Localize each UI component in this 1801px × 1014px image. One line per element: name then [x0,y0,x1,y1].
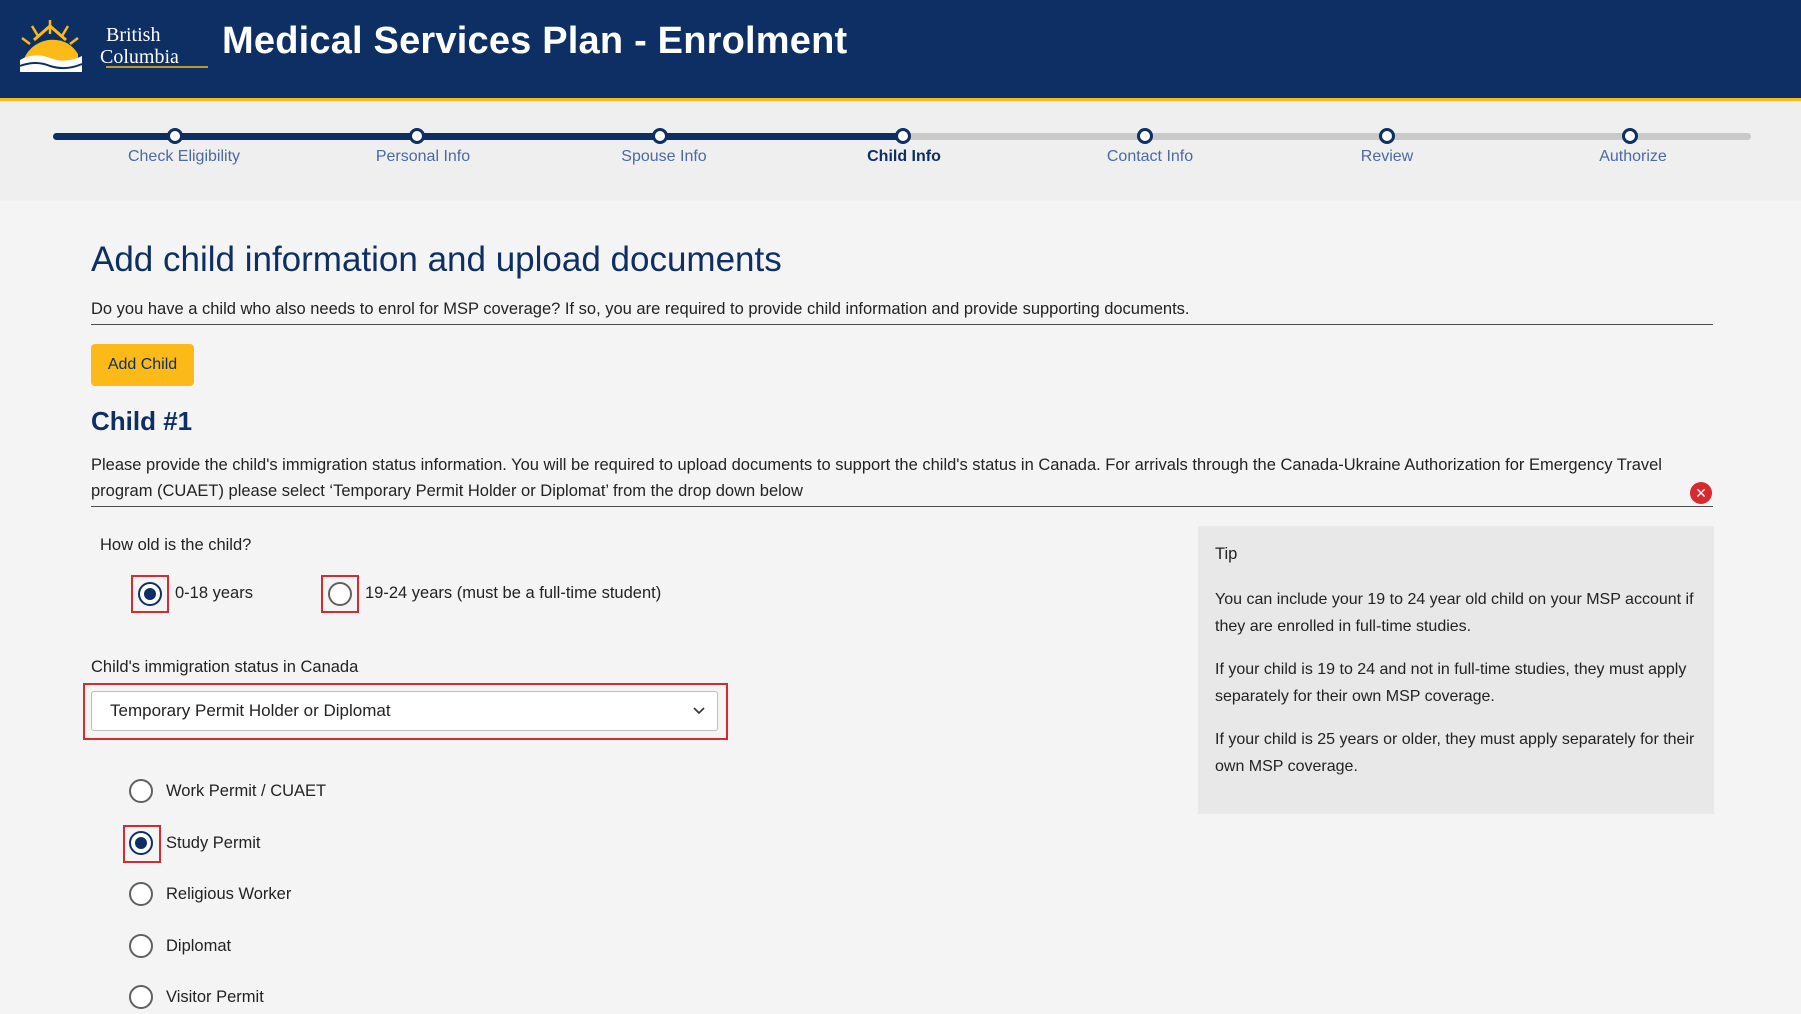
step-dot-child-info[interactable] [895,128,911,144]
age-radio-19-24[interactable] [328,582,352,606]
step-dot-contact-info [1137,128,1153,144]
permit-option-label-diplomat: Diplomat [166,937,232,955]
immigration-status-label: Child's immigration status in Canada [91,658,359,676]
tip-paragraph-3: If your child is 25 years or older, they… [1215,731,1695,775]
permit-radio-visitor[interactable] [129,985,153,1009]
step-child-info[interactable]: Child Info [867,148,941,166]
step-check-eligibility[interactable]: Check Eligibility [128,148,240,166]
permit-radio-religious[interactable] [129,882,153,906]
age-question-label: How old is the child? [100,536,252,554]
step-review: Review [1360,148,1414,165]
age-option-label-0-18: 0-18 years [175,584,253,602]
intro-text: Do you have a child who also needs to en… [91,300,1190,318]
page-title: Add child information and upload documen… [91,240,782,279]
intro-divider [91,324,1713,325]
tip-paragraph-2: If your child is 19 to 24 and not in ful… [1215,661,1687,705]
logo-text-line2: Columbia [100,46,179,68]
permit-option-label-visitor: Visitor Permit [166,988,264,1006]
step-dot-personal-info[interactable] [409,128,425,144]
chevron-down-icon [693,707,705,715]
step-dot-authorize [1622,128,1638,144]
child-section-title: Child #1 [91,406,193,436]
permit-radio-diplomat[interactable] [129,934,153,958]
tip-panel: Tip You can include your 19 to 24 year o… [1198,526,1714,814]
immigration-status-select[interactable]: Temporary Permit Holder or Diplomat [91,691,718,731]
step-contact-info: Contact Info [1106,148,1194,165]
app-header: British Columbia Medical Services Plan -… [0,0,1801,101]
permit-option-label-religious: Religious Worker [166,885,292,903]
step-dot-review [1379,128,1395,144]
tip-title: Tip [1215,545,1238,563]
step-authorize: Authorize [1599,148,1667,165]
add-child-button[interactable]: Add Child [91,344,194,386]
tip-paragraph-1: You can include your 19 to 24 year old c… [1215,591,1694,635]
step-dot-check-eligibility[interactable] [167,128,183,144]
permit-radio-study[interactable] [129,831,153,855]
immigration-status-value: Temporary Permit Holder or Diplomat [110,701,391,720]
progress-stepper: Check Eligibility Personal Info Spouse I… [0,101,1801,201]
age-radio-0-18[interactable] [138,582,162,606]
age-option-label-19-24: 19-24 years (must be a full-time student… [365,584,662,602]
permit-option-label-work: Work Permit / CUAET [166,782,327,800]
remove-child-icon[interactable]: ✕ [1690,482,1712,504]
child-divider [91,506,1713,507]
step-personal-info[interactable]: Personal Info [376,148,470,166]
app-title: Medical Services Plan - Enrolment [222,20,848,62]
child-description: Please provide the child's immigration s… [91,456,1662,500]
step-dot-spouse-info[interactable] [652,128,668,144]
logo-text-line1: British [106,24,160,46]
step-spouse-info[interactable]: Spouse Info [621,148,706,166]
bc-government-logo[interactable]: British Columbia [20,14,216,72]
permit-radio-work[interactable] [129,779,153,803]
permit-option-label-study: Study Permit [166,834,261,852]
